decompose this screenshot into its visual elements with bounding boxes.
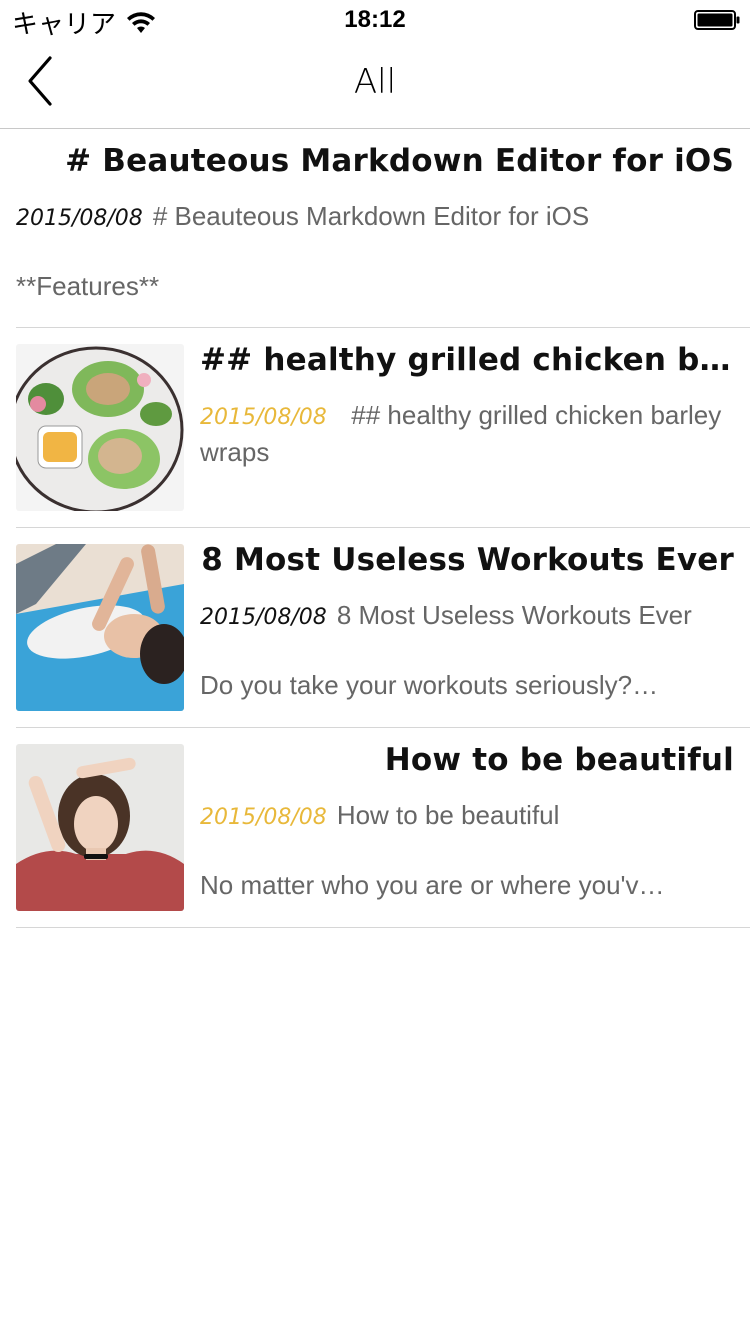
note-row[interactable]: 8 Most Useless Workouts Ever 2015/08/08 8…: [16, 528, 750, 728]
notes-list: # Beauteous Markdown Editor for iOS 2015…: [0, 129, 750, 928]
note-row[interactable]: How to be beautiful 2015/08/08 How to be …: [16, 728, 750, 928]
note-date: 2015/08/08: [200, 405, 327, 430]
note-preview: **Features**: [16, 271, 160, 301]
note-preview: No matter who you are or where you'v…: [200, 870, 665, 900]
note-summary: # Beauteous Markdown Editor for iOS: [152, 201, 590, 231]
workout-thumbnail: [16, 544, 184, 711]
status-bar: キャリア 18:12: [0, 0, 750, 40]
note-body: 2015/08/08 # Beauteous Markdown Editor fo…: [16, 199, 738, 304]
note-date: 2015/08/08: [16, 206, 143, 231]
note-row[interactable]: # Beauteous Markdown Editor for iOS 2015…: [16, 129, 750, 328]
note-title: 8 Most Useless Workouts Ever: [201, 542, 734, 578]
note-summary: 8 Most Useless Workouts Ever: [336, 600, 692, 630]
note-body: 2015/08/08 ## healthy grilled chicken ba…: [200, 398, 738, 470]
note-body: 2015/08/08 8 Most Useless Workouts Ever D…: [200, 598, 738, 703]
note-preview: Do you take your workouts seriously?…: [200, 670, 659, 700]
clock: 18:12: [344, 6, 406, 33]
salad-thumbnail: [16, 344, 184, 511]
note-date: 2015/08/08: [200, 605, 327, 630]
battery-icon: [694, 10, 740, 30]
note-title: ## healthy grilled chicken barl…: [200, 342, 734, 378]
portrait-thumbnail: [16, 744, 184, 911]
note-date: 2015/08/08: [200, 805, 327, 830]
page-title: All: [353, 62, 397, 102]
note-row[interactable]: ## healthy grilled chicken barl… 2015/08…: [16, 328, 750, 528]
note-body: 2015/08/08 How to be beautiful No matter …: [200, 798, 738, 903]
note-title: How to be beautiful: [384, 742, 734, 778]
navigation-bar: All: [0, 40, 750, 129]
note-summary: How to be beautiful: [336, 800, 560, 830]
note-title: # Beauteous Markdown Editor for iOS: [65, 143, 734, 179]
